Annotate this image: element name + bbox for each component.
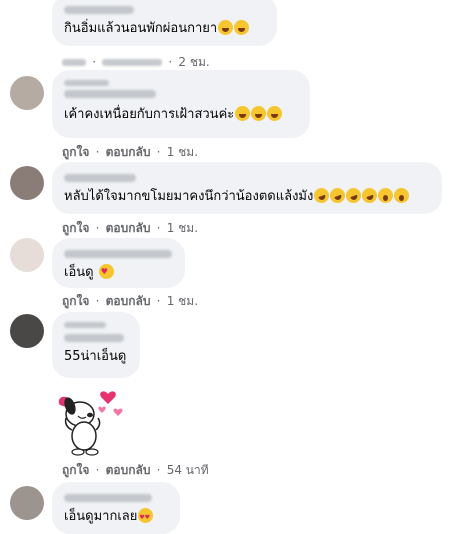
grin-emoji-icon (251, 106, 267, 121)
grin-emoji-icon (267, 106, 283, 121)
grin-emoji-icon (218, 20, 234, 35)
comment-bubble: เอ็นดูมากเลย (52, 482, 180, 534)
like-link[interactable]: ถูกใจ (62, 145, 89, 159)
commenter-name[interactable] (64, 90, 156, 98)
smiling-hearts-emoji-icon (98, 263, 114, 281)
avatar[interactable] (10, 166, 44, 200)
comment-time[interactable]: 1 ชม. (167, 221, 198, 235)
like-link[interactable]: ถูกใจ (62, 221, 89, 235)
comment-actions: ถูกใจ · ตอบกลับ · 54 นาที (62, 463, 209, 477)
top-fan-badge (64, 322, 106, 328)
rolling-laugh-emoji-icon (312, 185, 332, 206)
reply-link[interactable]: ตอบกลับ (106, 294, 151, 308)
avatar[interactable] (10, 76, 44, 110)
reply-link[interactable]: ตอบกลับ (106, 221, 151, 235)
comment-time[interactable]: 54 นาที (167, 463, 209, 477)
rolling-laugh-emoji-icon (360, 185, 380, 206)
scream-emoji-icon (378, 188, 394, 203)
like-link[interactable] (62, 59, 86, 66)
like-link[interactable]: ถูกใจ (62, 294, 89, 308)
avatar[interactable] (10, 314, 44, 348)
grin-emoji-icon (235, 106, 251, 121)
comment-bubble: 55น่าเอ็นดู (52, 312, 140, 378)
commenter-name[interactable] (64, 334, 124, 342)
top-fan-badge (64, 80, 109, 86)
commenter-name[interactable] (64, 494, 152, 502)
reply-link[interactable]: ตอบกลับ (106, 145, 151, 159)
grin-emoji-icon (234, 20, 250, 35)
comment-text: หลับได้ใจมากขโมยมาคงนึกว่าน้องตดแล้งมัง (64, 189, 314, 204)
comment-text: 55น่าเอ็นดู (64, 349, 127, 364)
rolling-laugh-emoji-icon (328, 185, 348, 206)
comment-actions: ถูกใจ · ตอบกลับ · 1 ชม. (62, 221, 199, 235)
heart-eyes-emoji-icon (138, 508, 154, 527)
reply-link[interactable]: ตอบกลับ (106, 463, 151, 477)
commenter-name[interactable] (64, 250, 172, 258)
comment-bubble: เค้าคงเหนื่อยกับการเฝ้าสวนค่ะ (52, 70, 310, 138)
commenter-name[interactable] (64, 6, 134, 14)
comment-text: เค้าคงเหนื่อยกับการเฝ้าสวนค่ะ (64, 107, 235, 122)
commenter-name[interactable] (64, 174, 136, 182)
comment-time[interactable]: 1 ชม. (167, 294, 198, 308)
reply-link[interactable] (102, 59, 163, 66)
comment-bubble: กินอิ่มแล้วนอนพักผ่อนกายา (52, 0, 277, 46)
comment-time[interactable]: 1 ชม. (167, 145, 198, 159)
comment-text: เอ็นดู (64, 265, 94, 280)
comment-bubble: เอ็นดู (52, 238, 185, 288)
avatar[interactable] (10, 486, 44, 520)
comment-actions: ถูกใจ · ตอบกลับ · 1 ชม. (62, 145, 199, 159)
avatar[interactable] (10, 238, 44, 272)
like-link[interactable]: ถูกใจ (62, 463, 89, 477)
comment-text: เอ็นดูมากเลย (64, 509, 138, 524)
comment-time[interactable]: 2 ชม. (178, 55, 209, 69)
comment-actions: ถูกใจ · ตอบกลับ · 1 ชม. (62, 294, 199, 308)
snoopy-hearts-sticker[interactable] (52, 384, 128, 456)
comment-text: กินอิ่มแล้วนอนพักผ่อนกายา (64, 21, 218, 36)
scream-emoji-icon (394, 188, 410, 203)
comment-bubble: หลับได้ใจมากขโมยมาคงนึกว่าน้องตดแล้งมัง (52, 162, 442, 214)
rolling-laugh-emoji-icon (344, 185, 364, 206)
